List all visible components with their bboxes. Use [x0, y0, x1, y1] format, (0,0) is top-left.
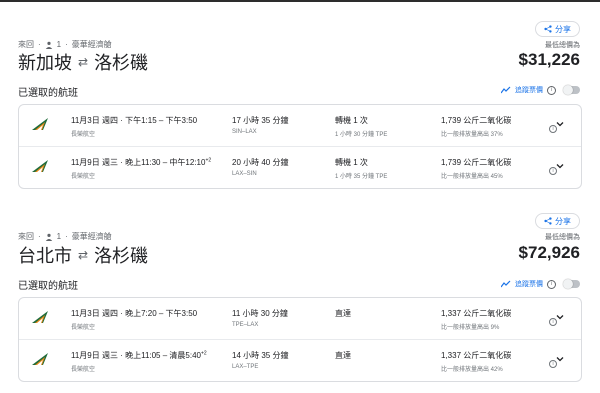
flight-times: 11月9日 週三 · 晚上11:30 – 中午12:10+2	[71, 157, 212, 167]
track-prices-toggle[interactable]	[563, 85, 580, 95]
route-title: 新加坡 ⇄ 洛杉磯	[18, 49, 148, 75]
track-prices-toggle[interactable]	[563, 279, 580, 289]
layover: 1 小時 30 分鐘 TPE	[335, 132, 388, 138]
chevron-down-icon[interactable]	[555, 161, 565, 171]
itinerary-section-1: 分享 來回 · 1 · 豪華經濟艙 最低總價為 新加坡 ⇄ 洛杉磯 $31,226 …	[0, 0, 600, 190]
eva-air-logo	[32, 160, 48, 172]
share-icon	[544, 217, 552, 225]
share-button[interactable]: 分享	[535, 21, 580, 37]
trip-type[interactable]: 來回	[18, 231, 34, 242]
itinerary-section-2: 分享 來回 · 1 · 豪華經濟艙 最低總價為 台北市 ⇄ 洛杉磯 $72,926 …	[0, 193, 600, 383]
eva-air-logo	[32, 118, 48, 130]
destination-city: 洛杉磯	[94, 246, 149, 266]
co2-note: 比一般排放量高出 42%	[441, 367, 503, 373]
duration: 20 小時 40 分鐘	[232, 158, 289, 167]
flights-card: 11月3日 週四 · 下午1:15 – 下午3:50 長榮航空 17 小時 35…	[18, 104, 582, 189]
price-label: 最低總價為	[545, 42, 580, 49]
track-prices-label: 追蹤票價	[515, 281, 543, 288]
flight-row[interactable]: 11月3日 週四 · 晚上7:20 – 下午3:50 長榮航空 11 小時 30…	[19, 298, 581, 339]
selected-flights-title: 已選取的航班	[18, 281, 78, 292]
total-price: $31,226	[518, 50, 580, 69]
flight-times: 11月9日 週三 · 晚上11:05 – 清晨5:40+2	[71, 350, 207, 360]
passenger-count[interactable]: 1	[57, 232, 61, 241]
swap-arrows-icon: ⇄	[78, 55, 89, 69]
cabin-class[interactable]: 豪華經濟艙	[72, 231, 112, 242]
flight-row[interactable]: 11月3日 週四 · 下午1:15 – 下午3:50 長榮航空 17 小時 35…	[19, 105, 581, 146]
co2-emissions: 1,739 公斤二氧化碳	[441, 158, 512, 167]
passenger-count[interactable]: 1	[57, 40, 61, 49]
eva-air-logo	[32, 353, 48, 365]
co2-emissions: 1,337 公斤二氧化碳	[441, 351, 512, 360]
trip-meta: 來回 · 1 · 豪華經濟艙	[18, 231, 112, 242]
share-label: 分享	[555, 24, 571, 34]
total-price: $72,926	[518, 243, 580, 262]
flight-row[interactable]: 11月9日 週三 · 晚上11:05 – 清晨5:40+2 長榮航空 14 小時…	[19, 339, 581, 381]
info-icon[interactable]: i	[547, 85, 556, 95]
co2-note: 比一般排放量高出 9%	[441, 325, 500, 331]
route-codes: LAX–TPE	[232, 364, 259, 370]
destination-city: 洛杉磯	[94, 53, 149, 73]
co2-note: 比一般排放量高出 37%	[441, 132, 503, 138]
trend-chart-icon	[501, 280, 511, 288]
person-icon	[45, 41, 52, 49]
airline-name: 長榮航空	[71, 367, 96, 373]
info-icon[interactable]: i	[547, 279, 556, 289]
co2-note: 比一般排放量高出 45%	[441, 174, 503, 180]
origin-city: 新加坡	[18, 53, 72, 73]
stops: 轉機 1 次	[335, 116, 368, 125]
co2-emissions: 1,337 公斤二氧化碳	[441, 309, 512, 318]
route-codes: TPE–LAX	[232, 322, 259, 328]
airline-name: 長榮航空	[71, 174, 96, 180]
airline-name: 長榮航空	[71, 132, 96, 138]
origin-city: 台北市	[18, 246, 72, 266]
chevron-down-icon[interactable]	[555, 354, 565, 364]
person-icon	[45, 233, 52, 241]
track-prices[interactable]: 追蹤票價 i	[501, 279, 580, 289]
selected-flights-title: 已選取的航班	[18, 88, 78, 99]
stops: 轉機 1 次	[335, 158, 368, 167]
duration: 14 小時 35 分鐘	[232, 351, 289, 360]
chevron-down-icon[interactable]	[555, 312, 565, 322]
price-label: 最低總價為	[545, 234, 580, 241]
flight-row[interactable]: 11月9日 週三 · 晚上11:30 – 中午12:10+2 長榮航空 20 小…	[19, 146, 581, 188]
airline-name: 長榮航空	[71, 325, 96, 331]
stops: 直達	[335, 351, 351, 360]
route-codes: LAX–SIN	[232, 171, 257, 177]
route-codes: SIN–LAX	[232, 129, 257, 135]
duration: 11 小時 30 分鐘	[232, 309, 288, 318]
duration: 17 小時 35 分鐘	[232, 116, 289, 125]
share-label: 分享	[555, 216, 571, 226]
share-icon	[544, 25, 552, 33]
route-title: 台北市 ⇄ 洛杉磯	[18, 242, 148, 268]
track-prices-label: 追蹤票價	[515, 87, 543, 94]
share-button[interactable]: 分享	[535, 213, 580, 229]
swap-arrows-icon: ⇄	[78, 248, 89, 262]
trend-chart-icon	[501, 86, 511, 94]
co2-emissions: 1,739 公斤二氧化碳	[441, 116, 512, 125]
flight-times: 11月3日 週四 · 晚上7:20 – 下午3:50	[71, 309, 198, 318]
layover: 1 小時 35 分鐘 TPE	[335, 174, 388, 180]
track-prices[interactable]: 追蹤票價 i	[501, 85, 580, 95]
flight-times: 11月3日 週四 · 下午1:15 – 下午3:50	[71, 116, 198, 125]
eva-air-logo	[32, 311, 48, 323]
flights-card: 11月3日 週四 · 晚上7:20 – 下午3:50 長榮航空 11 小時 30…	[18, 297, 582, 382]
chevron-down-icon[interactable]	[555, 119, 565, 129]
stops: 直達	[335, 309, 351, 318]
